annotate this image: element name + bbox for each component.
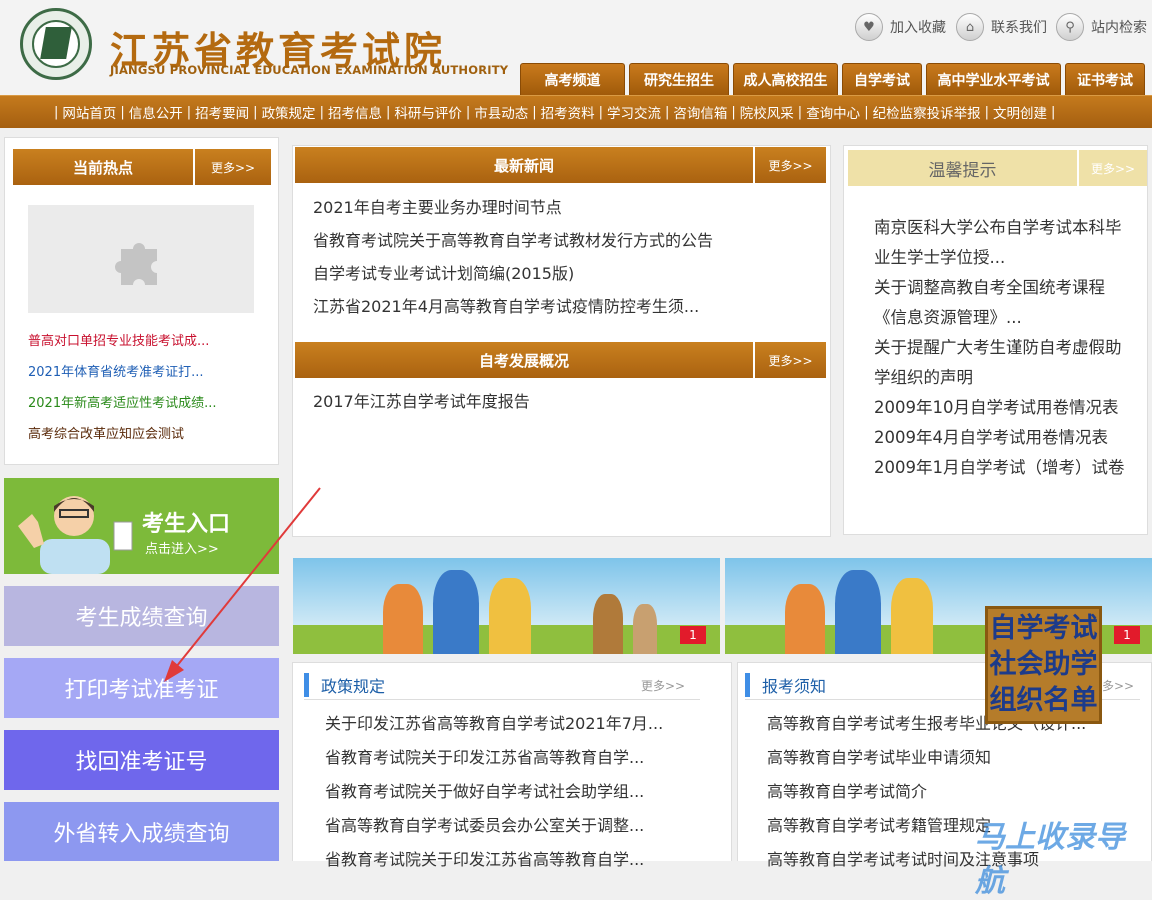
tips-title: 温馨提示 <box>848 150 1077 186</box>
nav-item[interactable]: 招考信息 <box>324 102 386 122</box>
nav-item[interactable]: 政策规定 <box>258 102 320 122</box>
tips-item[interactable]: 关于提醒广大考生谨防自考虚假助 <box>874 333 1139 363</box>
tips-item[interactable]: 2009年4月自学考试用卷情况表 <box>874 423 1139 453</box>
transfer-score-query-button[interactable]: 外省转入成绩查询 <box>4 802 279 861</box>
annotation-arrow <box>164 487 321 682</box>
search-icon: ⚲ <box>1056 13 1084 41</box>
banner-badge: 1 <box>680 626 706 644</box>
news-title: 最新新闻 <box>295 147 753 183</box>
nav-item[interactable]: 文明创建 <box>989 102 1051 122</box>
hot-link[interactable]: 高考综合改革应知应会测试 <box>28 423 184 442</box>
news-item[interactable]: 省教育考试院关于高等教育自学考试教材发行方式的公告 <box>313 229 753 262</box>
hot-title: 当前热点 <box>13 149 193 185</box>
tips-item[interactable]: 关于调整高教自考全国统考课程 <box>874 273 1139 303</box>
tips-item[interactable]: 学组织的声明 <box>874 363 1139 393</box>
tab-adult[interactable]: 成人高校招生 <box>733 63 838 95</box>
channel-tabs: 高考频道 研究生招生 成人高校招生 自学考试 高中学业水平考试 证书考试 <box>520 63 1145 95</box>
tips-item[interactable]: 业生学士学位授... <box>874 243 1139 273</box>
nav-item[interactable]: 学习交流 <box>603 102 665 122</box>
site-search-button[interactable]: ⚲ 站内检索 <box>1056 12 1147 42</box>
tab-certificate[interactable]: 证书考试 <box>1065 63 1145 95</box>
hot-link[interactable]: 2021年新高考适应性考试成绩... <box>28 392 216 411</box>
notice-title: 报考须知 <box>762 676 827 696</box>
news-item[interactable]: 2021年自考主要业务办理时间节点 <box>313 196 753 229</box>
tab-gaokao[interactable]: 高考频道 <box>520 63 625 95</box>
watermark-logo: 马上收录导航 <box>975 820 1125 899</box>
policy-item[interactable]: 省教育考试院关于印发江苏省高等教育自学... <box>325 846 685 880</box>
contact-us-label: 联系我们 <box>991 20 1047 36</box>
hot-link[interactable]: 2021年体育省统考准考证打... <box>28 361 203 380</box>
overview-item[interactable]: 2017年江苏自学考试年度报告 <box>313 390 753 423</box>
header: 江苏省教育考试院 JIANGSU PROVINCIAL EDUCATION EX… <box>0 0 1152 95</box>
nav-item[interactable]: 网站首页 <box>58 102 120 122</box>
nav-separator: | <box>1050 104 1056 120</box>
tips-item[interactable]: 南京医科大学公布自学考试本科毕 <box>874 213 1139 243</box>
contact-us-button[interactable]: ⌂ 联系我们 <box>956 12 1047 42</box>
hot-link[interactable]: 普高对口单招专业技能考试成... <box>28 330 209 349</box>
overview-list: 2017年江苏自学考试年度报告 <box>313 390 753 423</box>
tips-list: 南京医科大学公布自学考试本科毕 业生学士学位授... 关于调整高教自考全国统考课… <box>874 213 1139 493</box>
policy-title: 政策规定 <box>321 676 386 696</box>
policy-item[interactable]: 关于印发江苏省高等教育自学考试2021年7月... <box>325 710 685 744</box>
nav-item[interactable]: 信息公开 <box>125 102 187 122</box>
policy-item[interactable]: 省高等教育自学考试委员会办公室关于调整... <box>325 812 685 846</box>
puzzle-icon <box>115 243 157 285</box>
tips-more-link[interactable]: 更多>> <box>1077 150 1147 186</box>
policy-list: 关于印发江苏省高等教育自学考试2021年7月... 省教育考试院关于印发江苏省高… <box>325 710 685 880</box>
banner-students-left[interactable]: 1 <box>293 558 720 654</box>
ad-line: 组织名单 <box>989 685 1098 716</box>
hot-image-placeholder[interactable] <box>28 205 254 313</box>
news-item[interactable]: 自学考试专业考试计划简编(2015版) <box>313 262 753 295</box>
policy-more-link[interactable]: 更多>> <box>641 677 685 694</box>
nav-item[interactable]: 市县动态 <box>470 102 532 122</box>
add-favorite-button[interactable]: ♥ 加入收藏 <box>855 12 946 42</box>
ad-line: 社会助学 <box>989 649 1098 680</box>
nav-item[interactable]: 招考资料 <box>537 102 599 122</box>
notice-item[interactable]: 高等教育自学考试毕业申请须知 <box>767 744 1122 778</box>
customer-service-icon <box>18 496 133 574</box>
favorite-icon: ♥ <box>855 13 883 41</box>
ad-line: 自学考试 <box>989 613 1098 644</box>
site-search-label: 站内检索 <box>1091 20 1147 36</box>
tab-self-study[interactable]: 自学考试 <box>842 63 922 95</box>
tips-item[interactable]: 2009年10月自学考试用卷情况表 <box>874 393 1139 423</box>
home-icon: ⌂ <box>956 13 984 41</box>
notice-item[interactable]: 高等教育自学考试简介 <box>767 778 1122 812</box>
self-study-org-list-ad[interactable]: 自学考试 社会助学 组织名单 <box>985 606 1102 724</box>
news-more-link[interactable]: 更多>> <box>753 147 826 183</box>
policy-item[interactable]: 省教育考试院关于印发江苏省高等教育自学... <box>325 744 685 778</box>
add-favorite-label: 加入收藏 <box>890 20 946 36</box>
tab-academic-level[interactable]: 高中学业水平考试 <box>926 63 1061 95</box>
nav-item[interactable]: 咨询信箱 <box>669 102 731 122</box>
tab-graduate[interactable]: 研究生招生 <box>629 63 729 95</box>
policy-item[interactable]: 省教育考试院关于做好自学考试社会助学组... <box>325 778 685 812</box>
overview-more-link[interactable]: 更多>> <box>753 342 826 378</box>
tips-item[interactable]: 2009年1月自学考试（增考）试卷 <box>874 453 1139 483</box>
nav-item[interactable]: 招考要闻 <box>191 102 253 122</box>
nav-item[interactable]: 科研与评价 <box>390 102 466 122</box>
nav-item[interactable]: 纪检监察投诉举报 <box>869 102 985 122</box>
news-list: 2021年自考主要业务办理时间节点 省教育考试院关于高等教育自学考试教材发行方式… <box>313 196 753 328</box>
main-nav: | 网站首页 | 信息公开 | 招考要闻 | 政策规定 | 招考信息 | 科研与评价 | 市县动态 | 招考资… <box>0 95 1152 128</box>
overview-title: 自考发展概况 <box>295 342 753 378</box>
news-item[interactable]: 江苏省2021年4月高等教育自学考试疫情防控考生须... <box>313 295 753 328</box>
logo-emblem[interactable] <box>20 8 92 80</box>
banner-badge: 1 <box>1114 626 1140 644</box>
nav-item[interactable]: 院校风采 <box>736 102 798 122</box>
nav-item[interactable]: 查询中心 <box>802 102 864 122</box>
tips-item[interactable]: 《信息资源管理》... <box>874 303 1139 333</box>
hot-more-link[interactable]: 更多>> <box>193 149 271 185</box>
site-subtitle: JIANGSU PROVINCIAL EDUCATION EXAMINATION… <box>110 63 509 77</box>
recover-ticket-number-button[interactable]: 找回准考证号 <box>4 730 279 790</box>
